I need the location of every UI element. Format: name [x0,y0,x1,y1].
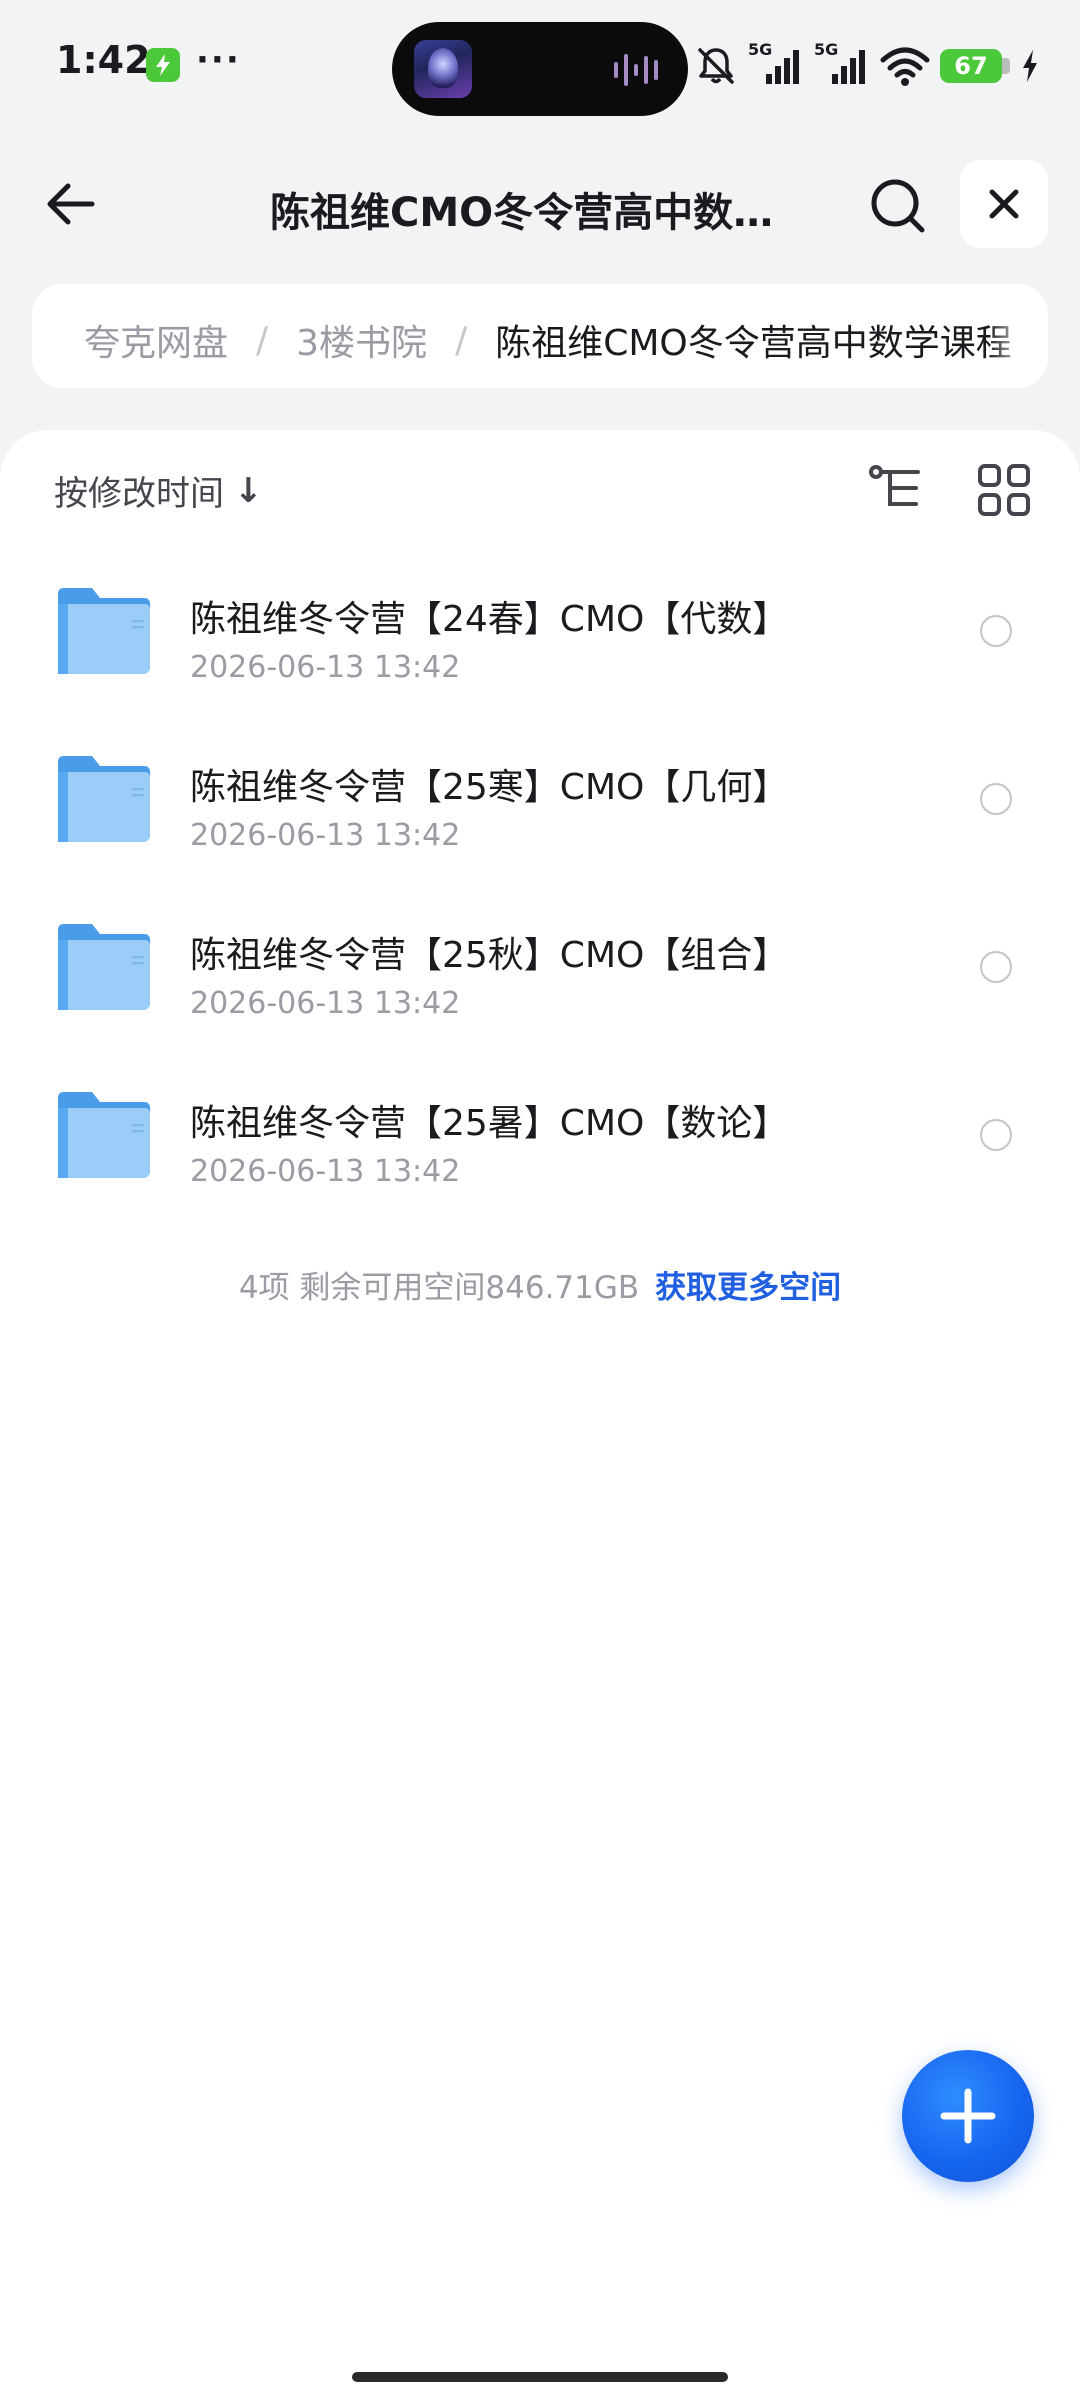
signal-5g-icon-2: 5G [814,40,870,88]
status-bar: 1:42 ··· 5G 5G 67 [0,0,1080,130]
more-notifications-icon: ··· [196,40,241,80]
breadcrumb-item-parent[interactable]: 3楼书院 [296,314,427,366]
status-icons: 5G 5G 67 [694,36,1040,96]
home-indicator[interactable] [352,2372,728,2382]
grid-view-button[interactable] [974,460,1034,520]
add-button[interactable] [902,2050,1034,2182]
battery-icon: 67 [940,49,1010,83]
list-item[interactable]: 陈祖维冬令营【25寒】CMO【几何】 2026-06-13 13:42 [0,728,1080,896]
select-checkbox[interactable] [980,1119,1012,1151]
grid-view-icon [978,464,1030,516]
breadcrumb-separator: / [256,319,269,361]
file-date: 2026-06-13 13:42 [190,650,461,685]
sort-control[interactable]: 按修改时间 ↓ [54,466,263,515]
arrow-left-icon [47,183,95,225]
battery-tip [1002,58,1010,74]
select-checkbox[interactable] [980,615,1012,647]
plus-icon [940,2088,996,2144]
wifi-icon [880,47,930,86]
breadcrumb-separator: / [455,319,468,361]
storage-summary: 4项 剩余可用空间846.71GB 获取更多空间 [0,1262,1080,1307]
folder-tree-icon [869,465,920,506]
select-checkbox[interactable] [980,783,1012,815]
file-list: 陈祖维冬令营【24春】CMO【代数】 2026-06-13 13:42 陈祖维冬… [0,560,1080,1232]
close-button[interactable] [960,160,1048,248]
breadcrumb: 夸克网盘 / 3楼书院 / 陈祖维CMO冬令营高中数学课程 [32,284,1048,388]
breadcrumb-fade [988,284,1048,388]
audio-wave-icon [614,54,658,86]
folder-tree-button[interactable] [866,460,926,520]
page-title: 陈祖维CMO冬令营高中数学课程 [270,190,810,236]
file-date: 2026-06-13 13:42 [190,1154,461,1189]
list-item[interactable]: 陈祖维冬令营【24春】CMO【代数】 2026-06-13 13:42 [0,560,1080,728]
mute-bell-icon [698,48,734,84]
folder-icon [58,756,150,842]
storage-summary-text: 4项 剩余可用空间846.71GB [238,1270,640,1306]
select-checkbox[interactable] [980,951,1012,983]
file-date: 2026-06-13 13:42 [190,986,461,1021]
charging-app-icon [146,48,180,82]
search-icon [871,179,925,233]
file-name: 陈祖维冬令营【24春】CMO【代数】 [190,599,789,640]
file-date: 2026-06-13 13:42 [190,818,461,853]
folder-icon [58,924,150,1010]
sort-label: 按修改时间 [54,474,224,514]
breadcrumb-item-current: 陈祖维CMO冬令营高中数学课程 [495,323,1012,364]
battery-level: 67 [940,49,1002,83]
folder-icon [58,588,150,674]
media-artwork-icon [414,40,472,98]
close-icon [989,189,1019,219]
list-item[interactable]: 陈祖维冬令营【25暑】CMO【数论】 2026-06-13 13:42 [0,1064,1080,1232]
file-name: 陈祖维冬令营【25暑】CMO【数论】 [190,1103,789,1144]
status-time: 1:42 [56,38,151,82]
title-bar: 陈祖维CMO冬令营高中数学课程 [0,150,1080,260]
folder-icon [58,1092,150,1178]
get-more-space-link[interactable]: 获取更多空间 [655,1270,841,1306]
charging-bolt-icon [1023,50,1037,82]
list-item[interactable]: 陈祖维冬令营【25秋】CMO【组合】 2026-06-13 13:42 [0,896,1080,1064]
sort-arrow-icon: ↓ [234,470,263,511]
back-button[interactable] [40,172,104,236]
signal-5g-icon: 5G [748,40,804,88]
breadcrumb-item-root[interactable]: 夸克网盘 [84,314,228,366]
file-name: 陈祖维冬令营【25秋】CMO【组合】 [190,935,789,976]
dynamic-island[interactable] [392,22,688,116]
file-name: 陈祖维冬令营【25寒】CMO【几何】 [190,767,789,808]
search-button[interactable] [866,174,930,238]
